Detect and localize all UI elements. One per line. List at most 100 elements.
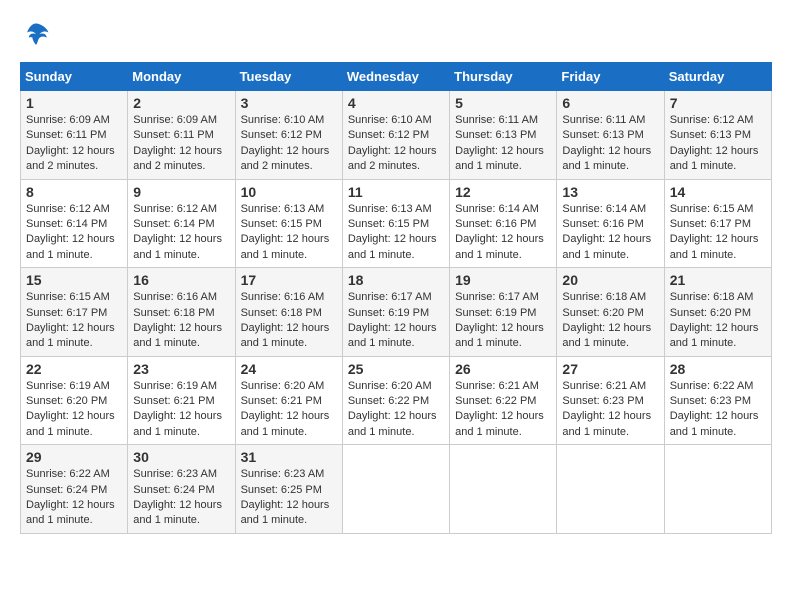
sunrise-label: Sunrise: 6:17 AM bbox=[455, 291, 539, 303]
sunrise-label: Sunrise: 6:13 AM bbox=[241, 203, 325, 215]
sunrise-label: Sunrise: 6:15 AM bbox=[670, 203, 754, 215]
day-info: Sunrise: 6:13 AM Sunset: 6:15 PM Dayligh… bbox=[241, 202, 337, 264]
day-number: 16 bbox=[133, 272, 229, 288]
day-number: 6 bbox=[562, 95, 658, 111]
sunset-label: Sunset: 6:18 PM bbox=[241, 307, 322, 319]
day-info: Sunrise: 6:14 AM Sunset: 6:16 PM Dayligh… bbox=[455, 202, 551, 264]
day-number: 7 bbox=[670, 95, 766, 111]
calendar-week-5: 29 Sunrise: 6:22 AM Sunset: 6:24 PM Dayl… bbox=[21, 445, 772, 534]
day-info: Sunrise: 6:22 AM Sunset: 6:23 PM Dayligh… bbox=[670, 379, 766, 441]
day-info: Sunrise: 6:12 AM Sunset: 6:14 PM Dayligh… bbox=[26, 202, 122, 264]
daylight-label: Daylight: 12 hours and 1 minute. bbox=[670, 145, 759, 172]
sunrise-label: Sunrise: 6:12 AM bbox=[133, 203, 217, 215]
sunrise-label: Sunrise: 6:20 AM bbox=[348, 380, 432, 392]
page-header bbox=[20, 20, 772, 52]
daylight-label: Daylight: 12 hours and 1 minute. bbox=[26, 499, 115, 526]
day-number: 15 bbox=[26, 272, 122, 288]
calendar-cell: 22 Sunrise: 6:19 AM Sunset: 6:20 PM Dayl… bbox=[21, 356, 128, 445]
sunset-label: Sunset: 6:21 PM bbox=[133, 395, 214, 407]
daylight-label: Daylight: 12 hours and 1 minute. bbox=[670, 233, 759, 260]
calendar-cell: 14 Sunrise: 6:15 AM Sunset: 6:17 PM Dayl… bbox=[664, 179, 771, 268]
sunset-label: Sunset: 6:18 PM bbox=[133, 307, 214, 319]
day-info: Sunrise: 6:23 AM Sunset: 6:25 PM Dayligh… bbox=[241, 467, 337, 529]
calendar-cell: 27 Sunrise: 6:21 AM Sunset: 6:23 PM Dayl… bbox=[557, 356, 664, 445]
day-info: Sunrise: 6:16 AM Sunset: 6:18 PM Dayligh… bbox=[241, 290, 337, 352]
day-info: Sunrise: 6:09 AM Sunset: 6:11 PM Dayligh… bbox=[26, 113, 122, 175]
header-sunday: Sunday bbox=[21, 63, 128, 91]
daylight-label: Daylight: 12 hours and 1 minute. bbox=[348, 233, 437, 260]
sunrise-label: Sunrise: 6:17 AM bbox=[348, 291, 432, 303]
calendar-cell: 31 Sunrise: 6:23 AM Sunset: 6:25 PM Dayl… bbox=[235, 445, 342, 534]
sunrise-label: Sunrise: 6:19 AM bbox=[133, 380, 217, 392]
daylight-label: Daylight: 12 hours and 1 minute. bbox=[26, 410, 115, 437]
day-info: Sunrise: 6:15 AM Sunset: 6:17 PM Dayligh… bbox=[670, 202, 766, 264]
sunrise-label: Sunrise: 6:22 AM bbox=[670, 380, 754, 392]
sunset-label: Sunset: 6:16 PM bbox=[455, 218, 536, 230]
calendar-cell: 28 Sunrise: 6:22 AM Sunset: 6:23 PM Dayl… bbox=[664, 356, 771, 445]
sunset-label: Sunset: 6:19 PM bbox=[455, 307, 536, 319]
header-thursday: Thursday bbox=[450, 63, 557, 91]
daylight-label: Daylight: 12 hours and 1 minute. bbox=[241, 233, 330, 260]
day-number: 5 bbox=[455, 95, 551, 111]
sunrise-label: Sunrise: 6:13 AM bbox=[348, 203, 432, 215]
day-number: 30 bbox=[133, 449, 229, 465]
day-info: Sunrise: 6:12 AM Sunset: 6:13 PM Dayligh… bbox=[670, 113, 766, 175]
day-info: Sunrise: 6:20 AM Sunset: 6:22 PM Dayligh… bbox=[348, 379, 444, 441]
daylight-label: Daylight: 12 hours and 1 minute. bbox=[241, 499, 330, 526]
day-info: Sunrise: 6:10 AM Sunset: 6:12 PM Dayligh… bbox=[241, 113, 337, 175]
sunset-label: Sunset: 6:20 PM bbox=[562, 307, 643, 319]
logo-icon bbox=[20, 20, 52, 52]
calendar-cell: 24 Sunrise: 6:20 AM Sunset: 6:21 PM Dayl… bbox=[235, 356, 342, 445]
sunrise-label: Sunrise: 6:11 AM bbox=[562, 114, 645, 126]
daylight-label: Daylight: 12 hours and 1 minute. bbox=[133, 410, 222, 437]
sunset-label: Sunset: 6:13 PM bbox=[455, 129, 536, 141]
day-info: Sunrise: 6:11 AM Sunset: 6:13 PM Dayligh… bbox=[562, 113, 658, 175]
daylight-label: Daylight: 12 hours and 1 minute. bbox=[26, 322, 115, 349]
calendar-cell: 12 Sunrise: 6:14 AM Sunset: 6:16 PM Dayl… bbox=[450, 179, 557, 268]
sunset-label: Sunset: 6:17 PM bbox=[670, 218, 751, 230]
daylight-label: Daylight: 12 hours and 1 minute. bbox=[241, 410, 330, 437]
calendar-week-4: 22 Sunrise: 6:19 AM Sunset: 6:20 PM Dayl… bbox=[21, 356, 772, 445]
day-info: Sunrise: 6:17 AM Sunset: 6:19 PM Dayligh… bbox=[455, 290, 551, 352]
sunset-label: Sunset: 6:11 PM bbox=[26, 129, 107, 141]
day-number: 28 bbox=[670, 361, 766, 377]
daylight-label: Daylight: 12 hours and 2 minutes. bbox=[26, 145, 115, 172]
daylight-label: Daylight: 12 hours and 2 minutes. bbox=[348, 145, 437, 172]
day-number: 8 bbox=[26, 184, 122, 200]
daylight-label: Daylight: 12 hours and 1 minute. bbox=[348, 322, 437, 349]
day-number: 20 bbox=[562, 272, 658, 288]
calendar-table: SundayMondayTuesdayWednesdayThursdayFrid… bbox=[20, 62, 772, 534]
day-info: Sunrise: 6:21 AM Sunset: 6:22 PM Dayligh… bbox=[455, 379, 551, 441]
calendar-cell: 2 Sunrise: 6:09 AM Sunset: 6:11 PM Dayli… bbox=[128, 91, 235, 180]
daylight-label: Daylight: 12 hours and 1 minute. bbox=[455, 322, 544, 349]
sunset-label: Sunset: 6:21 PM bbox=[241, 395, 322, 407]
day-number: 21 bbox=[670, 272, 766, 288]
sunset-label: Sunset: 6:14 PM bbox=[133, 218, 214, 230]
calendar-cell: 26 Sunrise: 6:21 AM Sunset: 6:22 PM Dayl… bbox=[450, 356, 557, 445]
calendar-cell: 16 Sunrise: 6:16 AM Sunset: 6:18 PM Dayl… bbox=[128, 268, 235, 357]
sunset-label: Sunset: 6:16 PM bbox=[562, 218, 643, 230]
calendar-cell: 11 Sunrise: 6:13 AM Sunset: 6:15 PM Dayl… bbox=[342, 179, 449, 268]
day-number: 19 bbox=[455, 272, 551, 288]
day-number: 2 bbox=[133, 95, 229, 111]
sunrise-label: Sunrise: 6:23 AM bbox=[241, 468, 325, 480]
daylight-label: Daylight: 12 hours and 1 minute. bbox=[133, 499, 222, 526]
day-info: Sunrise: 6:23 AM Sunset: 6:24 PM Dayligh… bbox=[133, 467, 229, 529]
sunrise-label: Sunrise: 6:22 AM bbox=[26, 468, 110, 480]
daylight-label: Daylight: 12 hours and 1 minute. bbox=[133, 233, 222, 260]
day-number: 4 bbox=[348, 95, 444, 111]
calendar-cell: 20 Sunrise: 6:18 AM Sunset: 6:20 PM Dayl… bbox=[557, 268, 664, 357]
calendar-cell bbox=[557, 445, 664, 534]
calendar-week-3: 15 Sunrise: 6:15 AM Sunset: 6:17 PM Dayl… bbox=[21, 268, 772, 357]
day-info: Sunrise: 6:18 AM Sunset: 6:20 PM Dayligh… bbox=[562, 290, 658, 352]
calendar-cell: 21 Sunrise: 6:18 AM Sunset: 6:20 PM Dayl… bbox=[664, 268, 771, 357]
header-monday: Monday bbox=[128, 63, 235, 91]
calendar-week-2: 8 Sunrise: 6:12 AM Sunset: 6:14 PM Dayli… bbox=[21, 179, 772, 268]
day-info: Sunrise: 6:16 AM Sunset: 6:18 PM Dayligh… bbox=[133, 290, 229, 352]
daylight-label: Daylight: 12 hours and 2 minutes. bbox=[241, 145, 330, 172]
calendar-cell: 23 Sunrise: 6:19 AM Sunset: 6:21 PM Dayl… bbox=[128, 356, 235, 445]
daylight-label: Daylight: 12 hours and 2 minutes. bbox=[133, 145, 222, 172]
sunrise-label: Sunrise: 6:09 AM bbox=[26, 114, 110, 126]
sunrise-label: Sunrise: 6:21 AM bbox=[455, 380, 539, 392]
sunset-label: Sunset: 6:11 PM bbox=[133, 129, 214, 141]
